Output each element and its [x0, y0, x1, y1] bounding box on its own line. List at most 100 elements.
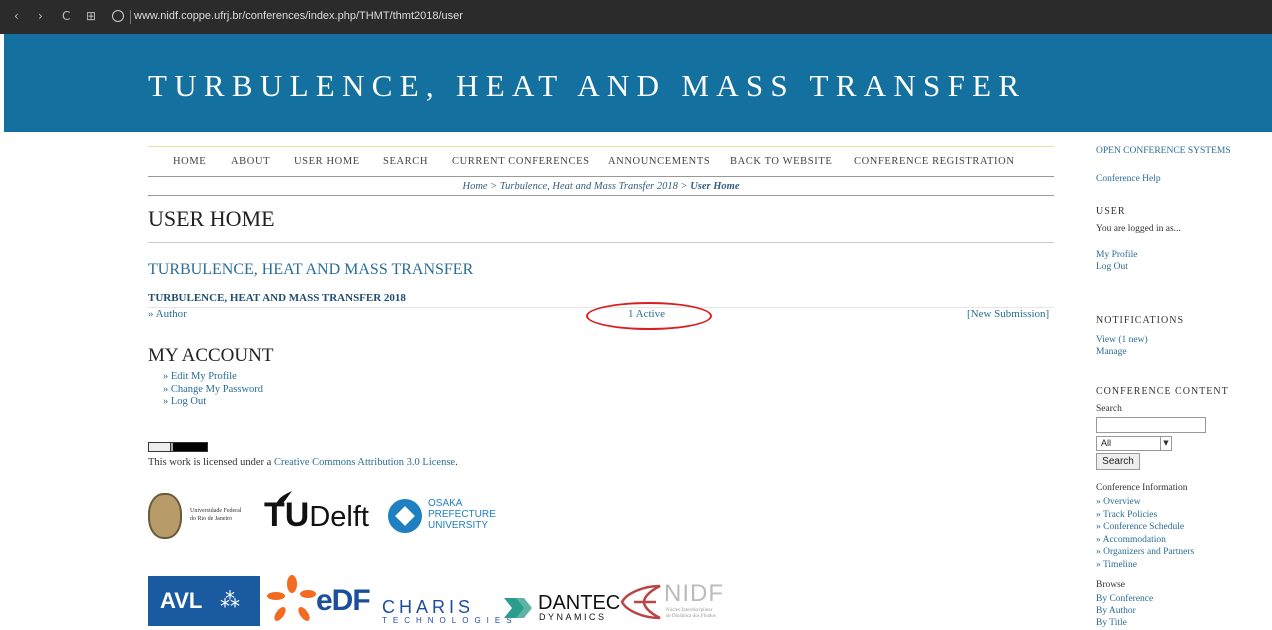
osaka-line-2: PREFECTURE [428, 509, 496, 520]
apps-icon[interactable]: ⊞ [86, 9, 96, 23]
account-links: » Edit My Profile » Change My Password »… [163, 371, 263, 409]
new-submission-link[interactable]: [New Submission] [967, 308, 1049, 320]
charis-logo: CHARIS TECHNOLOGIES [382, 598, 518, 625]
author-role-link[interactable]: » Author [148, 308, 187, 320]
title-divider [148, 242, 1054, 243]
browse-by-title-link[interactable]: By Title [1096, 618, 1127, 628]
ufrj-logo-text: Universidade Federal do Rio de Janeiro [190, 507, 241, 523]
chevron-down-icon[interactable]: ▼ [1160, 437, 1171, 450]
sidebar-organizers-link[interactable]: » Organizers and Partners [1096, 547, 1194, 557]
conference-information-label: Conference Information [1096, 483, 1188, 493]
sidebar-accommodation-link[interactable]: » Accommodation [1096, 535, 1166, 545]
nav-back-to-website[interactable]: BACK TO WEBSITE [730, 156, 832, 167]
nav-conference-registration[interactable]: CONFERENCE REGISTRATION [854, 156, 1015, 167]
license-suffix: . [455, 457, 458, 468]
ufrj-line-2: do Rio de Janeiro [190, 516, 233, 522]
osaka-line-3: UNIVERSITY [428, 520, 489, 531]
license-prefix: This work is licensed under a [148, 457, 274, 468]
avl-text: AVL [160, 588, 203, 613]
avl-logo: AVL ⁂ [148, 576, 260, 626]
nidf-subtitle-line-2: de Dinâmica dos Fluidos [666, 614, 716, 619]
breadcrumb-separator: > [487, 181, 500, 192]
sidebar-my-profile-link[interactable]: My Profile [1096, 250, 1137, 260]
breadcrumb: Home > Turbulence, Heat and Mass Transfe… [148, 181, 1054, 192]
notifications-view-link[interactable]: View (1 new) [1096, 335, 1148, 345]
sidebar-overview-link[interactable]: » Overview [1096, 497, 1141, 507]
url-separator [130, 10, 131, 24]
charis-subtitle: TECHNOLOGIES [382, 616, 518, 625]
logout-link[interactable]: » Log Out [163, 396, 263, 409]
osaka-emblem-icon [388, 499, 422, 533]
site-banner: TURBULENCE, HEAT AND MASS TRANSFER [4, 34, 1272, 132]
edf-logo: eDF [266, 574, 382, 626]
nav-about[interactable]: ABOUT [231, 156, 270, 167]
conference-help-link[interactable]: Conference Help [1096, 174, 1161, 184]
ocs-link[interactable]: OPEN CONFERENCE SYSTEMS [1096, 146, 1231, 156]
forward-icon[interactable]: › [38, 9, 43, 23]
tudelft-delft: Delft [309, 501, 369, 533]
site-title: TURBULENCE, HEAT AND MASS TRANSFER [148, 68, 1027, 103]
cc-icon [149, 443, 171, 451]
logged-in-as-text: You are logged in as... [1096, 224, 1181, 234]
edf-text: eDF [316, 584, 371, 617]
edf-star-icon [267, 575, 316, 621]
nav-announcements[interactable]: ANNOUNCEMENTS [608, 156, 710, 167]
sidebar-track-policies-link[interactable]: » Track Policies [1096, 510, 1157, 520]
search-scope-select[interactable]: All ▼ [1096, 436, 1172, 451]
my-account-title: MY ACCOUNT [148, 345, 274, 366]
search-label: Search [1096, 404, 1122, 414]
schedule-title: TURBULENCE, HEAT AND MASS TRANSFER 2018 [148, 292, 406, 304]
back-icon[interactable]: ‹ [14, 9, 19, 23]
main-navigation: HOME ABOUT USER HOME SEARCH CURRENT CONF… [148, 152, 1054, 172]
avl-mark-icon: ⁂ [220, 588, 240, 612]
nav-divider-top [148, 146, 1054, 147]
breadcrumb-conference[interactable]: Turbulence, Heat and Mass Transfer 2018 [500, 181, 678, 192]
dantec-arrow-icon [504, 598, 532, 618]
creative-commons-badge[interactable] [148, 442, 208, 452]
nidf-subtitle: Núcleo Interdisciplinar de Dinâmica dos … [666, 608, 716, 620]
change-password-link[interactable]: » Change My Password [163, 384, 263, 397]
browser-toolbar: ‹ › C ⊞ www.nidf.coppe.ufrj.br/conferenc… [0, 0, 1272, 34]
edit-profile-link[interactable]: » Edit My Profile [163, 371, 263, 384]
breadcrumb-home[interactable]: Home [463, 181, 488, 192]
site-info-icon[interactable] [112, 10, 124, 22]
sidebar-timeline-link[interactable]: » Timeline [1096, 560, 1137, 570]
nidf-name: NIDF [664, 580, 724, 607]
reload-icon[interactable]: C [62, 9, 70, 23]
tudelft-flame-icon [276, 491, 292, 504]
license-text: This work is licensed under a Creative C… [148, 457, 458, 468]
nav-search[interactable]: SEARCH [383, 156, 428, 167]
nav-current-conferences[interactable]: CURRENT CONFERENCES [452, 156, 590, 167]
highlight-ellipse [586, 302, 712, 330]
breadcrumb-current: User Home [690, 181, 740, 192]
nidf-emblem-icon [620, 584, 661, 620]
license-link[interactable]: Creative Commons Attribution 3.0 License [274, 457, 455, 468]
notifications-manage-link[interactable]: Manage [1096, 347, 1127, 357]
sidebar-conference-schedule-link[interactable]: » Conference Schedule [1096, 522, 1184, 532]
browse-by-conference-link[interactable]: By Conference [1096, 594, 1153, 604]
notifications-heading: NOTIFICATIONS [1096, 315, 1184, 326]
nav-divider-bottom [148, 195, 1054, 196]
page-title: USER HOME [148, 206, 275, 231]
nav-user-home[interactable]: USER HOME [294, 156, 360, 167]
sidebar-search-input[interactable] [1096, 417, 1206, 433]
osaka-line-1: OSAKA [428, 498, 463, 509]
conference-title: TURBULENCE, HEAT AND MASS TRANSFER [148, 261, 474, 278]
search-scope-value: All [1101, 438, 1112, 448]
sidebar-search-button[interactable]: Search [1096, 453, 1140, 470]
nav-divider-middle [148, 176, 1054, 177]
cc-by-icon [173, 443, 207, 451]
osaka-logo-text: OSAKA PREFECTURE UNIVERSITY [428, 498, 496, 531]
charis-name: CHARIS [382, 597, 475, 617]
browse-label: Browse [1096, 580, 1126, 590]
sidebar-logout-link[interactable]: Log Out [1096, 262, 1128, 272]
browse-by-author-link[interactable]: By Author [1096, 606, 1136, 616]
ufrj-seal-icon [148, 493, 182, 539]
url-text[interactable]: www.nidf.coppe.ufrj.br/conferences/index… [134, 10, 463, 22]
nav-home[interactable]: HOME [173, 156, 206, 167]
ufrj-line-1: Universidade Federal [190, 508, 242, 514]
conference-content-heading: CONFERENCE CONTENT [1096, 386, 1229, 397]
address-bar[interactable]: www.nidf.coppe.ufrj.br/conferences/index… [112, 8, 1262, 26]
user-heading: USER [1096, 206, 1126, 217]
right-sidebar: OPEN CONFERENCE SYSTEMS Conference Help … [1096, 0, 1272, 630]
